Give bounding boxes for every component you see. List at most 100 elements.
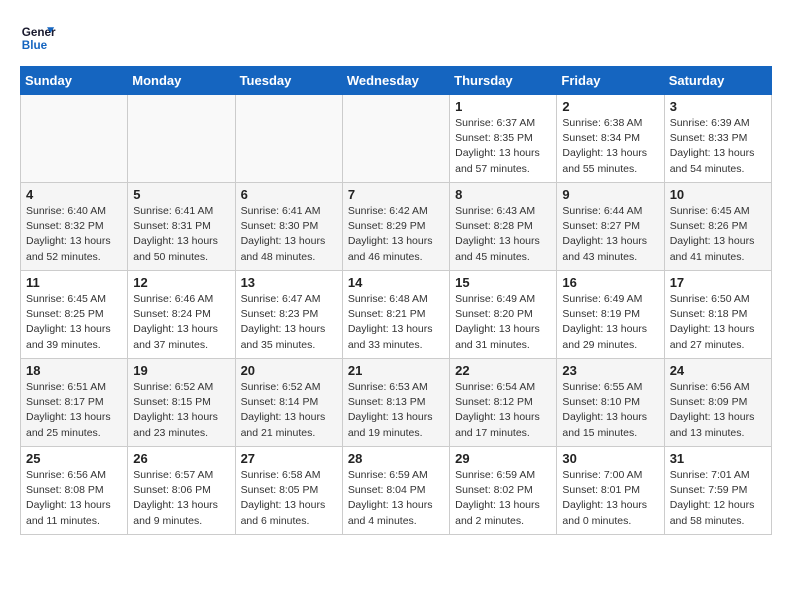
day-info: Sunrise: 6:42 AMSunset: 8:29 PMDaylight:… <box>348 204 444 265</box>
day-number: 2 <box>562 99 658 114</box>
weekday-header-sunday: Sunday <box>21 67 128 95</box>
calendar-cell: 20 Sunrise: 6:52 AMSunset: 8:14 PMDayligh… <box>235 359 342 447</box>
calendar-week-1: 1 Sunrise: 6:37 AMSunset: 8:35 PMDaylight… <box>21 95 772 183</box>
day-info: Sunrise: 6:53 AMSunset: 8:13 PMDaylight:… <box>348 380 444 441</box>
calendar-header-row: SundayMondayTuesdayWednesdayThursdayFrid… <box>21 67 772 95</box>
day-info: Sunrise: 6:49 AMSunset: 8:19 PMDaylight:… <box>562 292 658 353</box>
calendar-cell: 6 Sunrise: 6:41 AMSunset: 8:30 PMDaylight… <box>235 183 342 271</box>
day-info: Sunrise: 6:49 AMSunset: 8:20 PMDaylight:… <box>455 292 551 353</box>
day-number: 8 <box>455 187 551 202</box>
svg-text:Blue: Blue <box>22 39 48 52</box>
calendar-cell <box>342 95 449 183</box>
calendar-week-2: 4 Sunrise: 6:40 AMSunset: 8:32 PMDaylight… <box>21 183 772 271</box>
day-info: Sunrise: 6:55 AMSunset: 8:10 PMDaylight:… <box>562 380 658 441</box>
calendar-week-4: 18 Sunrise: 6:51 AMSunset: 8:17 PMDayligh… <box>21 359 772 447</box>
calendar-cell: 17Sunrise: 6:50 AMSunset: 8:18 PMDayligh… <box>664 271 771 359</box>
calendar-cell: 22 Sunrise: 6:54 AMSunset: 8:12 PMDayligh… <box>450 359 557 447</box>
calendar-cell: 18 Sunrise: 6:51 AMSunset: 8:17 PMDayligh… <box>21 359 128 447</box>
page-header: General Blue <box>20 20 772 56</box>
day-info: Sunrise: 6:50 AMSunset: 8:18 PMDaylight:… <box>670 292 766 353</box>
calendar-cell <box>21 95 128 183</box>
calendar-cell: 3 Sunrise: 6:39 AMSunset: 8:33 PMDaylight… <box>664 95 771 183</box>
calendar-cell: 8 Sunrise: 6:43 AMSunset: 8:28 PMDaylight… <box>450 183 557 271</box>
calendar-cell <box>235 95 342 183</box>
weekday-header-tuesday: Tuesday <box>235 67 342 95</box>
day-number: 4 <box>26 187 122 202</box>
calendar-cell: 31 Sunrise: 7:01 AMSunset: 7:59 PMDayligh… <box>664 447 771 535</box>
day-info: Sunrise: 6:51 AMSunset: 8:17 PMDaylight:… <box>26 380 122 441</box>
calendar-cell: 14 Sunrise: 6:48 AMSunset: 8:21 PMDayligh… <box>342 271 449 359</box>
day-info: Sunrise: 7:01 AMSunset: 7:59 PMDaylight:… <box>670 468 766 529</box>
day-info: Sunrise: 7:00 AMSunset: 8:01 PMDaylight:… <box>562 468 658 529</box>
day-info: Sunrise: 6:41 AMSunset: 8:31 PMDaylight:… <box>133 204 229 265</box>
day-info: Sunrise: 6:56 AMSunset: 8:09 PMDaylight:… <box>670 380 766 441</box>
day-number: 30 <box>562 451 658 466</box>
calendar-cell: 19Sunrise: 6:52 AMSunset: 8:15 PMDayligh… <box>128 359 235 447</box>
day-number: 24 <box>670 363 766 378</box>
calendar-cell: 27 Sunrise: 6:58 AMSunset: 8:05 PMDayligh… <box>235 447 342 535</box>
calendar-cell: 4 Sunrise: 6:40 AMSunset: 8:32 PMDaylight… <box>21 183 128 271</box>
day-number: 15 <box>455 275 551 290</box>
day-info: Sunrise: 6:59 AMSunset: 8:02 PMDaylight:… <box>455 468 551 529</box>
day-info: Sunrise: 6:58 AMSunset: 8:05 PMDaylight:… <box>241 468 337 529</box>
calendar-table: SundayMondayTuesdayWednesdayThursdayFrid… <box>20 66 772 535</box>
day-info: Sunrise: 6:46 AMSunset: 8:24 PMDaylight:… <box>133 292 229 353</box>
day-number: 27 <box>241 451 337 466</box>
calendar-week-5: 25 Sunrise: 6:56 AMSunset: 8:08 PMDayligh… <box>21 447 772 535</box>
day-number: 22 <box>455 363 551 378</box>
calendar-cell <box>128 95 235 183</box>
calendar-cell: 2Sunrise: 6:38 AMSunset: 8:34 PMDaylight… <box>557 95 664 183</box>
day-info: Sunrise: 6:40 AMSunset: 8:32 PMDaylight:… <box>26 204 122 265</box>
calendar-cell: 12 Sunrise: 6:46 AMSunset: 8:24 PMDayligh… <box>128 271 235 359</box>
calendar-cell: 11 Sunrise: 6:45 AMSunset: 8:25 PMDayligh… <box>21 271 128 359</box>
day-info: Sunrise: 6:59 AMSunset: 8:04 PMDaylight:… <box>348 468 444 529</box>
day-number: 11 <box>26 275 122 290</box>
day-number: 14 <box>348 275 444 290</box>
day-number: 13 <box>241 275 337 290</box>
day-number: 23 <box>562 363 658 378</box>
calendar-cell: 28 Sunrise: 6:59 AMSunset: 8:04 PMDayligh… <box>342 447 449 535</box>
day-number: 10 <box>670 187 766 202</box>
day-info: Sunrise: 6:45 AMSunset: 8:25 PMDaylight:… <box>26 292 122 353</box>
calendar-cell: 25 Sunrise: 6:56 AMSunset: 8:08 PMDayligh… <box>21 447 128 535</box>
day-info: Sunrise: 6:52 AMSunset: 8:14 PMDaylight:… <box>241 380 337 441</box>
calendar-cell: 13 Sunrise: 6:47 AMSunset: 8:23 PMDayligh… <box>235 271 342 359</box>
day-number: 1 <box>455 99 551 114</box>
calendar-cell: 21 Sunrise: 6:53 AMSunset: 8:13 PMDayligh… <box>342 359 449 447</box>
day-number: 20 <box>241 363 337 378</box>
day-info: Sunrise: 6:41 AMSunset: 8:30 PMDaylight:… <box>241 204 337 265</box>
calendar-cell: 7Sunrise: 6:42 AMSunset: 8:29 PMDaylight… <box>342 183 449 271</box>
calendar-cell: 30 Sunrise: 7:00 AMSunset: 8:01 PMDayligh… <box>557 447 664 535</box>
day-number: 9 <box>562 187 658 202</box>
calendar-week-3: 11 Sunrise: 6:45 AMSunset: 8:25 PMDayligh… <box>21 271 772 359</box>
day-info: Sunrise: 6:37 AMSunset: 8:35 PMDaylight:… <box>455 116 551 177</box>
logo: General Blue <box>20 20 56 56</box>
day-info: Sunrise: 6:47 AMSunset: 8:23 PMDaylight:… <box>241 292 337 353</box>
day-number: 28 <box>348 451 444 466</box>
day-number: 16 <box>562 275 658 290</box>
day-number: 19 <box>133 363 229 378</box>
day-number: 31 <box>670 451 766 466</box>
weekday-header-thursday: Thursday <box>450 67 557 95</box>
day-number: 6 <box>241 187 337 202</box>
calendar-cell: 16 Sunrise: 6:49 AMSunset: 8:19 PMDayligh… <box>557 271 664 359</box>
day-number: 21 <box>348 363 444 378</box>
calendar-cell: 24 Sunrise: 6:56 AMSunset: 8:09 PMDayligh… <box>664 359 771 447</box>
day-info: Sunrise: 6:48 AMSunset: 8:21 PMDaylight:… <box>348 292 444 353</box>
day-number: 26 <box>133 451 229 466</box>
day-info: Sunrise: 6:39 AMSunset: 8:33 PMDaylight:… <box>670 116 766 177</box>
day-number: 3 <box>670 99 766 114</box>
day-info: Sunrise: 6:54 AMSunset: 8:12 PMDaylight:… <box>455 380 551 441</box>
weekday-header-monday: Monday <box>128 67 235 95</box>
day-number: 25 <box>26 451 122 466</box>
day-number: 12 <box>133 275 229 290</box>
day-info: Sunrise: 6:43 AMSunset: 8:28 PMDaylight:… <box>455 204 551 265</box>
calendar-cell: 29Sunrise: 6:59 AMSunset: 8:02 PMDayligh… <box>450 447 557 535</box>
logo-icon: General Blue <box>20 20 56 56</box>
calendar-cell: 5Sunrise: 6:41 AMSunset: 8:31 PMDaylight… <box>128 183 235 271</box>
day-info: Sunrise: 6:56 AMSunset: 8:08 PMDaylight:… <box>26 468 122 529</box>
day-info: Sunrise: 6:45 AMSunset: 8:26 PMDaylight:… <box>670 204 766 265</box>
calendar-cell: 26Sunrise: 6:57 AMSunset: 8:06 PMDayligh… <box>128 447 235 535</box>
calendar-body: 1 Sunrise: 6:37 AMSunset: 8:35 PMDaylight… <box>21 95 772 535</box>
day-number: 18 <box>26 363 122 378</box>
